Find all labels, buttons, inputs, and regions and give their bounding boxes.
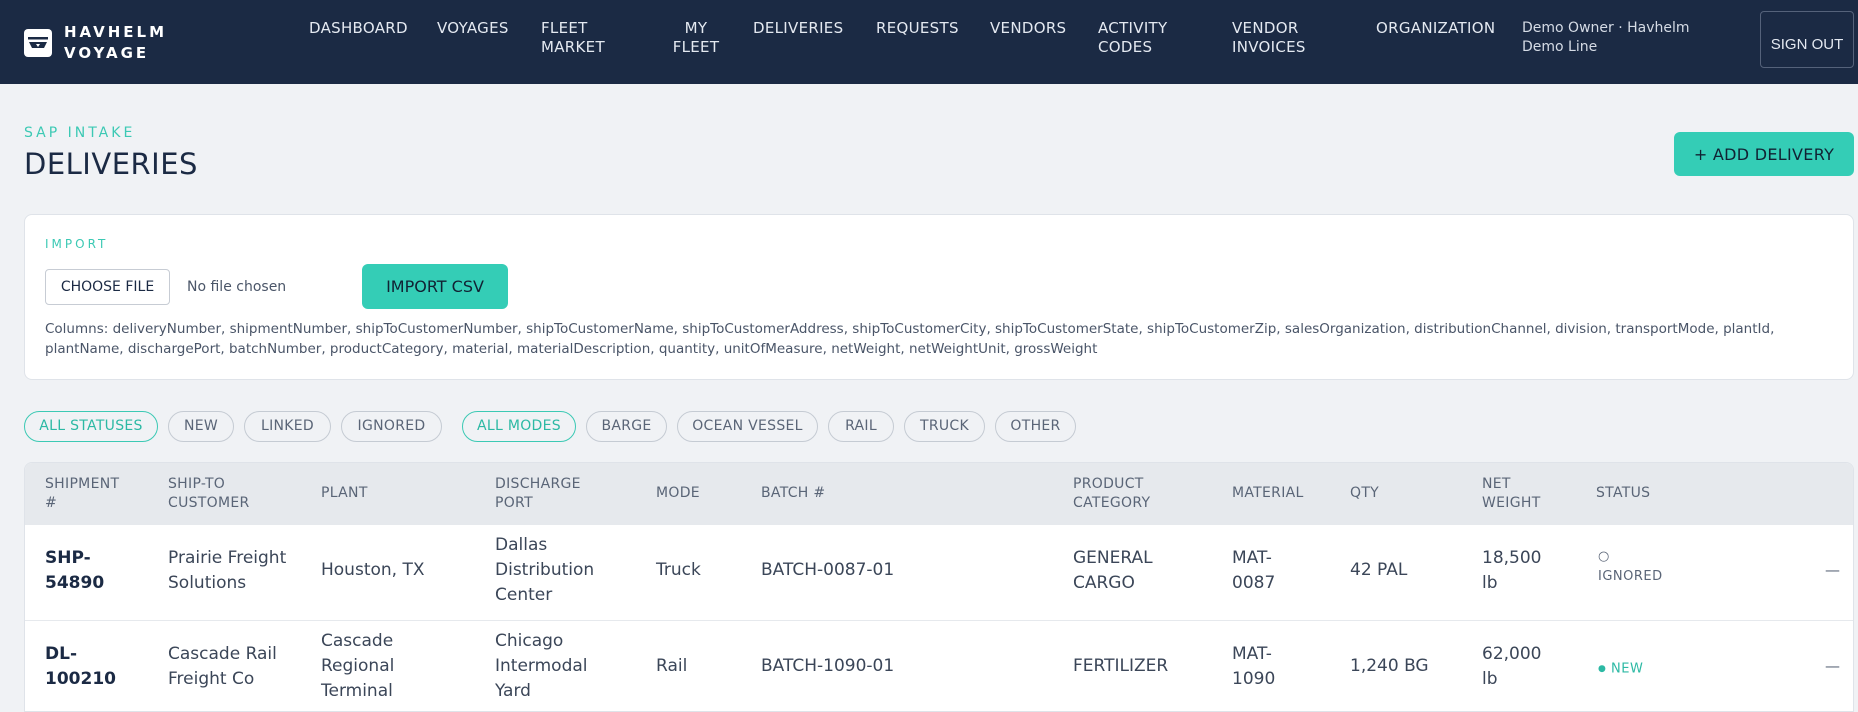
filter-status-new[interactable]: NEW xyxy=(168,411,234,442)
cell-shipment: SHP-54890 xyxy=(45,548,105,593)
col-material[interactable]: MATERIAL xyxy=(1232,484,1332,503)
col-batch[interactable]: BATCH # xyxy=(761,484,861,503)
cell-shipment: DL-100210 xyxy=(45,644,116,689)
row-action[interactable]: — xyxy=(1825,561,1840,579)
page-eyebrow: SAP INTAKE xyxy=(24,125,136,141)
status-new-dot-icon: ● xyxy=(1598,664,1607,674)
filter-mode-other[interactable]: OTHER xyxy=(995,411,1076,442)
cell-port: Chicago Intermodal Yard xyxy=(495,631,588,701)
sign-out-button[interactable]: SIGN OUT xyxy=(1760,11,1854,68)
status-badge: ● NEW xyxy=(1598,659,1643,680)
table-header: SHIPMENT # SHIP-TO CUSTOMER PLANT DISCHA… xyxy=(25,463,1853,525)
nav-voyages[interactable]: VOYAGES xyxy=(437,19,517,38)
cell-material: MAT-1090 xyxy=(1232,644,1276,689)
filter-mode-ocean-vessel[interactable]: OCEAN VESSEL xyxy=(677,411,818,442)
filter-mode-all[interactable]: ALL MODES xyxy=(462,411,576,442)
nav-fleet-market[interactable]: FLEET MARKET xyxy=(541,19,621,57)
deliveries-table: SHIPMENT # SHIP-TO CUSTOMER PLANT DISCHA… xyxy=(24,462,1854,712)
cell-batch: BATCH-0087-01 xyxy=(761,560,895,580)
filter-status-ignored[interactable]: IGNORED xyxy=(341,411,442,442)
filter-mode-barge[interactable]: BARGE xyxy=(586,411,667,442)
table-row[interactable]: SHP-54890 Prairie Freight Solutions Hous… xyxy=(25,525,1853,621)
col-qty[interactable]: QTY xyxy=(1350,484,1430,503)
cell-qty: 42 PAL xyxy=(1350,560,1408,580)
csv-columns-help: Columns: deliveryNumber, shipmentNumber,… xyxy=(45,321,1775,357)
filter-mode-rail[interactable]: RAIL xyxy=(828,411,894,442)
col-net-weight[interactable]: NET WEIGHT xyxy=(1482,475,1552,513)
cell-net-weight: 18,500 lb xyxy=(1482,548,1542,593)
nav-my-fleet[interactable]: MY FLEET xyxy=(667,19,725,57)
nav-activity-codes[interactable]: ACTIVITY CODES xyxy=(1098,19,1183,57)
import-label: IMPORT xyxy=(45,237,109,251)
brand-logo[interactable]: HAVHELM VOYAGE xyxy=(24,22,184,64)
import-csv-button[interactable]: IMPORT CSV xyxy=(362,264,508,309)
table-row[interactable]: DL-100210 Cascade Rail Freight Co Cascad… xyxy=(25,621,1853,711)
cell-net-weight: 62,000 lb xyxy=(1482,644,1542,689)
cell-mode: Truck xyxy=(656,560,701,580)
nav-deliveries[interactable]: DELIVERIES xyxy=(753,19,853,38)
import-panel: IMPORT CHOOSE FILE No file chosen IMPORT… xyxy=(24,214,1854,380)
row-action[interactable]: — xyxy=(1825,657,1840,675)
col-ship-to-customer[interactable]: SHIP-TO CUSTOMER xyxy=(168,475,268,513)
cell-category: FERTILIZER xyxy=(1073,656,1169,676)
col-plant[interactable]: PLANT xyxy=(321,484,421,503)
filter-status-linked[interactable]: LINKED xyxy=(244,411,331,442)
page-title: DELIVERIES xyxy=(24,147,198,181)
status-label: NEW xyxy=(1611,661,1644,677)
choose-file-button[interactable]: CHOOSE FILE xyxy=(45,269,170,305)
cell-plant: Cascade Regional Terminal xyxy=(321,631,395,701)
col-discharge-port[interactable]: DISCHARGE PORT xyxy=(495,475,595,513)
cell-category: GENERAL CARGO xyxy=(1073,548,1153,593)
nav-vendor-invoices[interactable]: VENDOR INVOICES xyxy=(1232,19,1322,57)
cell-customer: Prairie Freight Solutions xyxy=(168,548,287,593)
cell-material: MAT-0087 xyxy=(1232,548,1276,593)
col-product-category[interactable]: PRODUCT CATEGORY xyxy=(1073,475,1173,513)
col-shipment[interactable]: SHIPMENT # xyxy=(45,475,135,513)
brand-name: HAVHELM VOYAGE xyxy=(64,23,168,62)
current-user: Demo Owner · Havhelm Demo Line xyxy=(1522,20,1690,55)
status-badge: IGNORED xyxy=(1598,569,1663,584)
cell-qty: 1,240 BG xyxy=(1350,656,1429,676)
ship-logo-icon xyxy=(24,29,52,57)
nav-requests[interactable]: REQUESTS xyxy=(876,19,976,38)
file-status-text: No file chosen xyxy=(187,279,287,295)
add-delivery-button[interactable]: + ADD DELIVERY xyxy=(1674,132,1854,176)
nav-vendors[interactable]: VENDORS xyxy=(990,19,1080,38)
cell-mode: Rail xyxy=(656,656,688,676)
filter-status-all[interactable]: ALL STATUSES xyxy=(24,411,158,442)
col-status[interactable]: STATUS xyxy=(1596,484,1686,503)
filter-mode-truck[interactable]: TRUCK xyxy=(904,411,985,442)
cell-customer: Cascade Rail Freight Co xyxy=(168,644,277,689)
top-navigation-bar: HAVHELM VOYAGE DASHBOARD VOYAGES FLEET M… xyxy=(0,0,1858,84)
col-mode[interactable]: MODE xyxy=(656,484,736,503)
nav-organization[interactable]: ORGANIZATION xyxy=(1376,19,1506,38)
cell-batch: BATCH-1090-01 xyxy=(761,656,895,676)
cell-plant: Houston, TX xyxy=(321,560,425,580)
status-ignored-icon: ○ xyxy=(1598,549,1610,564)
cell-port: Dallas Distribution Center xyxy=(495,535,595,605)
nav-dashboard[interactable]: DASHBOARD xyxy=(309,19,419,38)
